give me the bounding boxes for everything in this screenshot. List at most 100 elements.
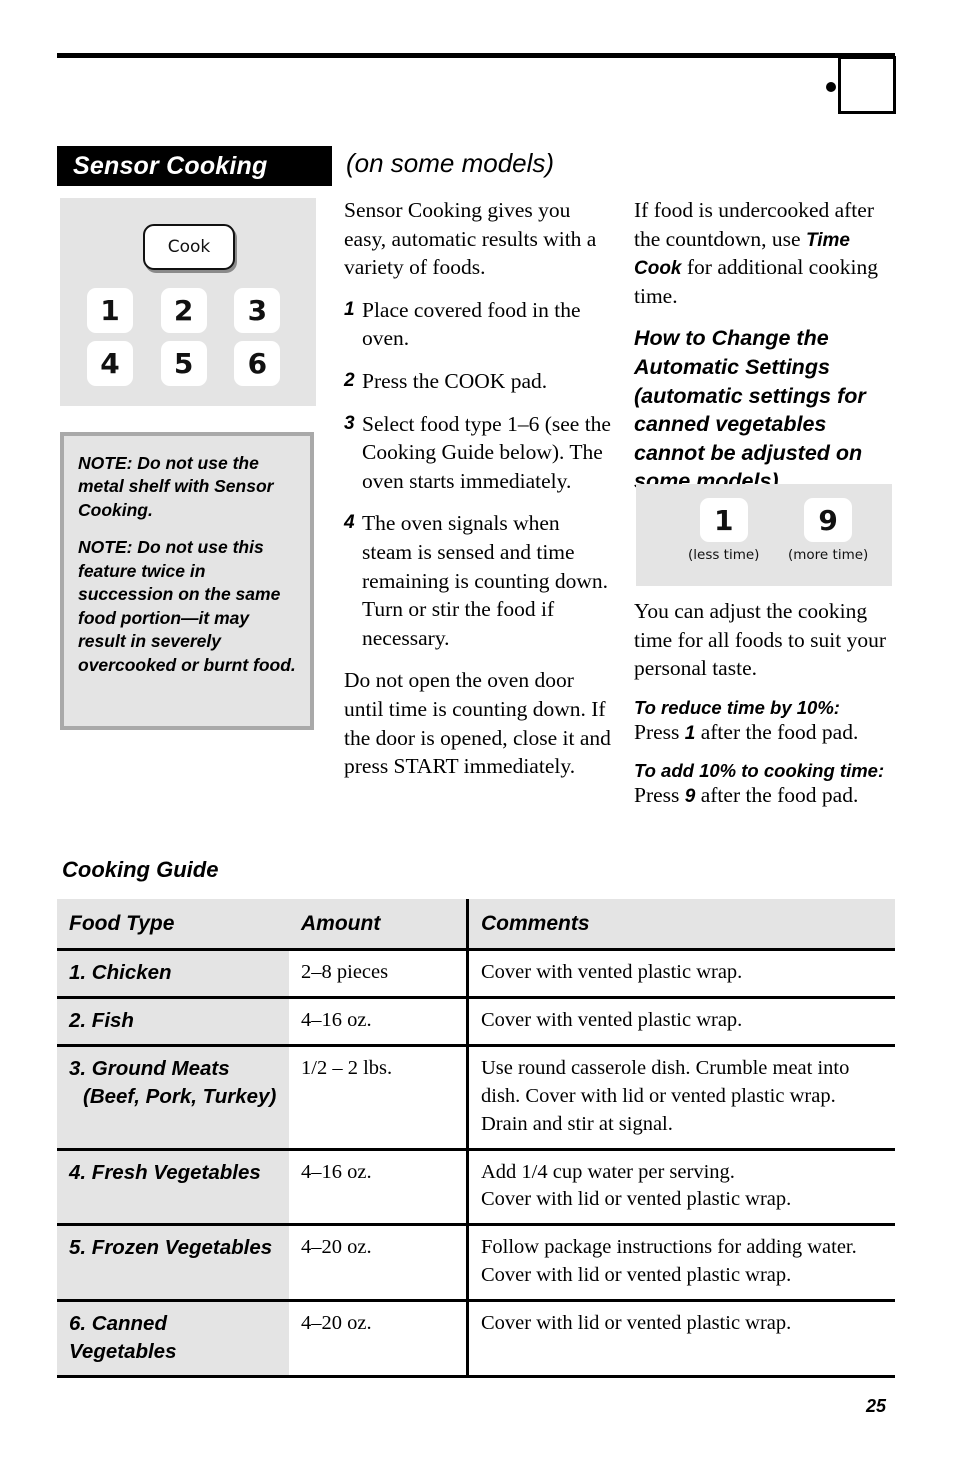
cell-amount: 4–16 oz. <box>289 1149 468 1227</box>
cell-food-type: 4. Fresh Vegetables <box>57 1149 289 1227</box>
step-number-2: 2 <box>344 369 355 391</box>
comment-line: Cover with lid or vented plastic wrap. <box>481 1188 792 1211</box>
tip-reduce-post: after the food pad. <box>695 719 859 744</box>
note-text-1: NOTE: Do not use the metal shelf with Se… <box>78 453 274 520</box>
closing-paragraph: Do not open the oven door until time is … <box>344 668 611 779</box>
tip-reduce-key: 1 <box>684 722 696 744</box>
tip-reduce-lede: To reduce time by 10%: <box>634 696 840 718</box>
column-header-amount: Amount <box>289 899 468 952</box>
tip-add-lede: To add 10% to cooking time: <box>634 759 885 781</box>
step-number-4: 4 <box>344 512 355 534</box>
tip-reduce-pre: Press <box>634 719 685 744</box>
adjust-intro-paragraph: You can adjust the cooking time for all … <box>634 599 886 681</box>
cell-comments: Use round casserole dish. Crumble meat i… <box>466 1045 895 1151</box>
step-text-1: Place covered food in the oven. <box>362 297 581 351</box>
tip-reduce-time: To reduce time by 10%: Press 1 after the… <box>634 697 898 747</box>
cell-comments: Add 1/4 cup water per serving. Cover wit… <box>466 1149 895 1227</box>
comment-line: Cover with vented plastic wrap. <box>481 1009 743 1031</box>
note-callout-box: NOTE: Do not use the metal shelf with Se… <box>60 432 314 730</box>
cell-comments: Cover with vented plastic wrap. <box>466 997 895 1047</box>
table-row: 1. Chicken 2–8 pieces Cover with vented … <box>57 949 895 999</box>
comment-line: dish. Cover with lid or vented plastic w… <box>481 1084 836 1107</box>
corner-bullet-dot <box>826 82 836 92</box>
table-row: 3. Ground Meats (Beef, Pork, Turkey) 1/2… <box>57 1045 895 1151</box>
cell-amount: 2–8 pieces <box>289 949 468 999</box>
column-header-food-type: Food Type <box>57 899 289 952</box>
comment-line: Add 1/4 cup water per serving. <box>481 1160 735 1183</box>
dial-knob-icon <box>838 56 896 114</box>
step-item-4: 4 The oven signals when steam is sensed … <box>344 509 612 652</box>
number-pad-4[interactable]: 4 <box>87 341 133 386</box>
middle-text-column: Sensor Cooking gives you easy, automatic… <box>344 196 612 795</box>
comment-line: Cover with lid or vented plastic wrap. <box>481 1264 792 1287</box>
cook-pad-label: Cook <box>167 237 211 257</box>
cell-food-type: 6. Canned Vegetables <box>57 1300 289 1378</box>
number-pad-grid: 1 2 3 4 5 6 <box>87 288 287 386</box>
change-settings-subhead: How to Change the Automatic Settings (au… <box>634 326 866 494</box>
page-number: 25 <box>866 1396 887 1416</box>
comment-line: Drain and stir at signal. <box>481 1112 673 1135</box>
section-header-bar: Sensor Cooking <box>57 146 332 186</box>
undercooked-paragraph: If food is undercooked after the countdo… <box>634 196 898 310</box>
less-time-caption: (less time) <box>688 547 760 563</box>
intro-paragraph: Sensor Cooking gives you easy, automatic… <box>344 198 597 280</box>
tip-reduce-body: Press 1 after the food pad. <box>634 720 858 744</box>
note-text-2: NOTE: Do not use this feature twice in s… <box>78 537 296 675</box>
less-time-key[interactable]: 1 <box>699 498 748 542</box>
cooking-guide-title: Cooking Guide <box>62 857 219 882</box>
top-rule-divider <box>57 53 895 58</box>
comment-line: Follow package instructions for adding w… <box>481 1236 857 1259</box>
tip-add-post: after the food pad. <box>695 782 859 807</box>
keypad-illustration-panel: Cook 1 2 3 4 5 6 <box>60 198 316 406</box>
cell-amount: 1/2 – 2 lbs. <box>289 1045 468 1151</box>
step-text-2: Press the COOK pad. <box>362 368 548 393</box>
cell-food-type: 1. Chicken <box>57 949 289 999</box>
table-row: 2. Fish 4–16 oz. Cover with vented plast… <box>57 997 895 1047</box>
cell-food-type: 5. Frozen Vegetables <box>57 1224 289 1302</box>
cell-food-type: 3. Ground Meats (Beef, Pork, Turkey) <box>57 1045 289 1151</box>
tip-add-pre: Press <box>634 782 685 807</box>
step-text-3: Select food type 1–6 (see the Cooking Gu… <box>362 411 611 493</box>
tip-add-key: 9 <box>684 785 696 807</box>
number-pad-1[interactable]: 1 <box>87 288 133 333</box>
step-item-1: 1 Place covered food in the oven. <box>344 296 612 353</box>
right-column-lower: You can adjust the cooking time for all … <box>634 597 898 823</box>
cell-amount: 4–20 oz. <box>289 1224 468 1302</box>
tip-add-body: Press 9 after the food pad. <box>634 783 858 807</box>
food-type-sub: (Beef, Pork, Turkey) <box>83 1084 277 1108</box>
section-title: Sensor Cooking <box>73 152 268 180</box>
tip-add-time: To add 10% to cooking time: Press 9 afte… <box>634 760 898 810</box>
step-item-3: 3 Select food type 1–6 (see the Cooking … <box>344 410 612 496</box>
step-number-3: 3 <box>344 412 355 434</box>
cell-amount: 4–20 oz. <box>289 1300 468 1378</box>
comment-line: Use round casserole dish. Crumble meat i… <box>481 1056 850 1079</box>
table-row: 4. Fresh Vegetables 4–16 oz. Add 1/4 cup… <box>57 1149 895 1227</box>
column-header-comments: Comments <box>466 899 895 952</box>
number-pad-2[interactable]: 2 <box>160 288 207 333</box>
number-pad-3[interactable]: 3 <box>234 288 281 333</box>
step-number-1: 1 <box>344 298 355 320</box>
number-pad-6[interactable]: 6 <box>234 341 281 386</box>
number-pad-5[interactable]: 5 <box>160 341 207 386</box>
comment-line: Cover with vented plastic wrap. <box>481 961 743 984</box>
more-time-group: 9 (more time) <box>788 498 868 563</box>
table-header-row: Food Type Amount Comments <box>57 899 895 952</box>
table-row: 6. Canned Vegetables 4–20 oz. Cover with… <box>57 1300 895 1378</box>
food-type-main: 3. Ground Meats <box>69 1056 230 1080</box>
document-page: Sensor Cooking (on some models) Cook 1 2… <box>0 0 954 1475</box>
step-item-2: 2 Press the COOK pad. <box>344 367 612 396</box>
more-time-key[interactable]: 9 <box>804 498 853 542</box>
cell-food-type: 2. Fish <box>57 997 289 1047</box>
adjust-time-panel: 1 (less time) 9 (more time) <box>636 484 892 586</box>
cook-pad-button[interactable]: Cook <box>143 224 235 270</box>
models-subtitle: (on some models) <box>346 148 555 178</box>
table-row: 5. Frozen Vegetables 4–20 oz. Follow pac… <box>57 1224 895 1302</box>
step-text-4: The oven signals when steam is sensed an… <box>362 511 609 650</box>
cell-comments: Cover with vented plastic wrap. <box>466 949 895 999</box>
cooking-guide-table: Food Type Amount Comments 1. Chicken 2–8… <box>57 899 895 1378</box>
cell-comments: Follow package instructions for adding w… <box>466 1224 895 1302</box>
right-text-column: If food is undercooked after the countdo… <box>634 196 898 510</box>
comment-line: Cover with lid or vented plastic wrap. <box>481 1312 792 1334</box>
more-time-caption: (more time) <box>788 547 869 563</box>
cell-comments: Cover with lid or vented plastic wrap. <box>466 1300 895 1378</box>
